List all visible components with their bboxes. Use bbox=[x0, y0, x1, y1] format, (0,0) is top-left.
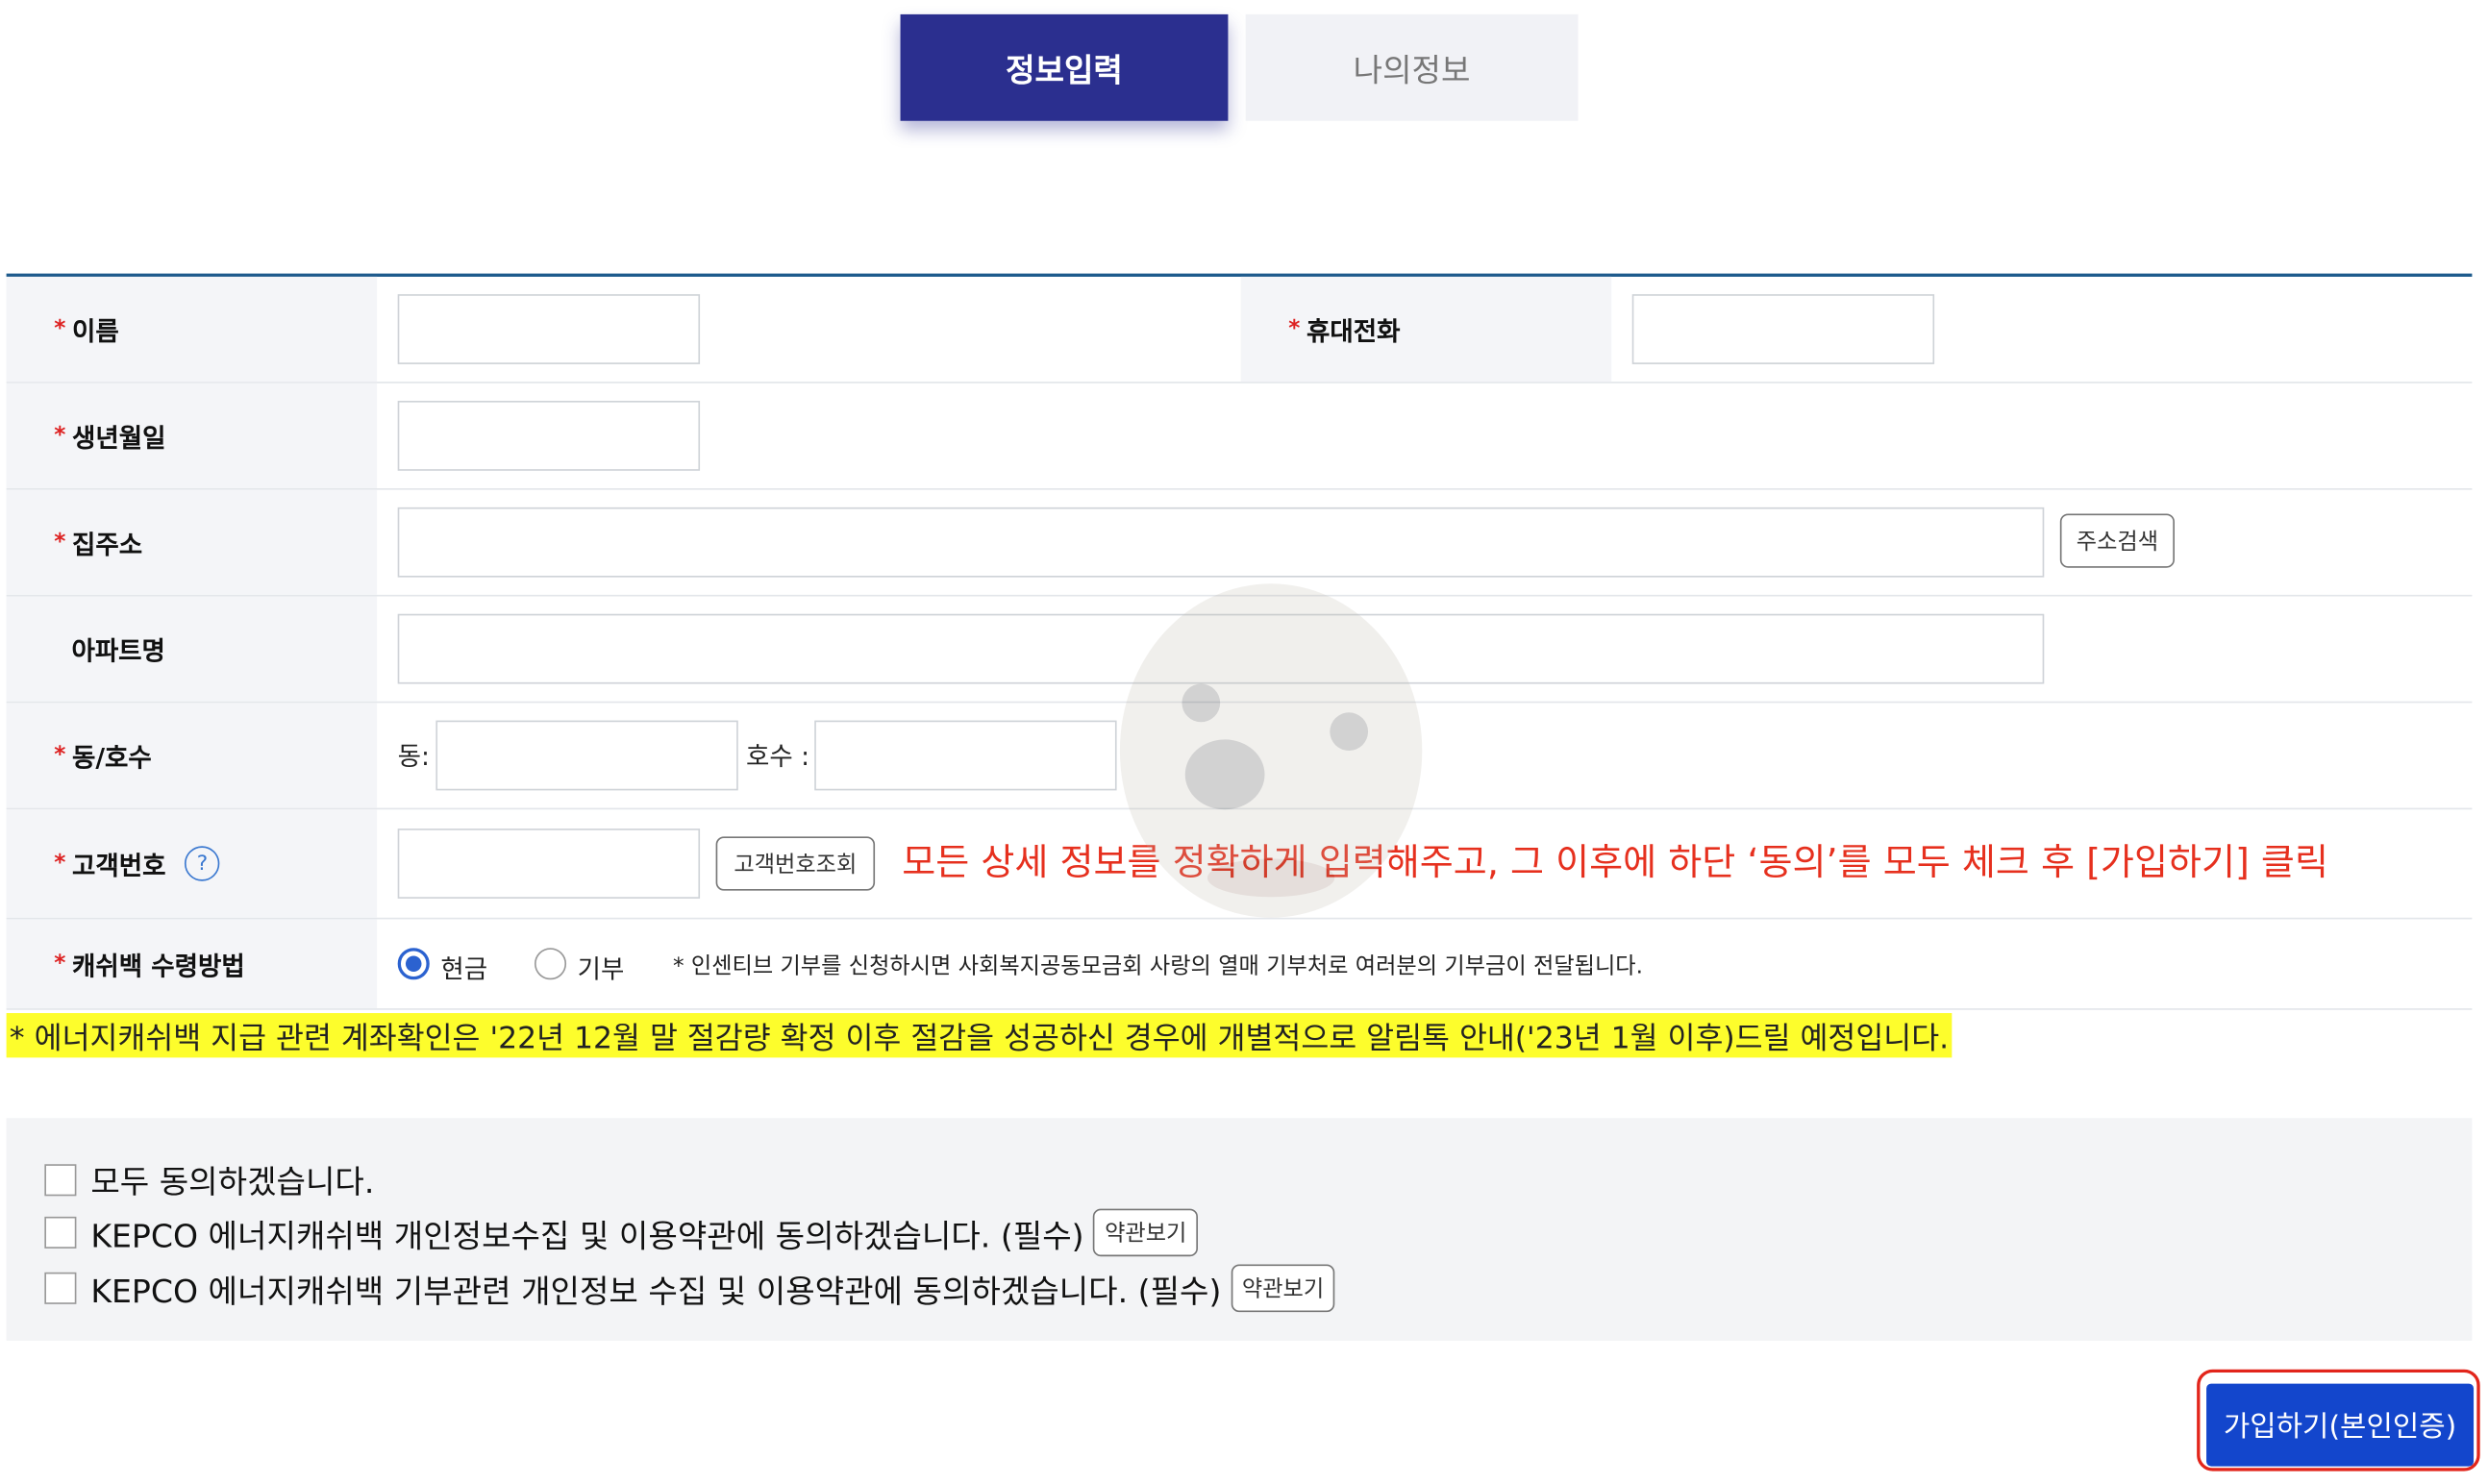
address-input[interactable] bbox=[397, 507, 2045, 578]
customer-no-label-text: 고객번호 bbox=[72, 851, 166, 881]
agree-donation-row[interactable]: KEPCO 에너지캐쉬백 기부관련 개인정보 수집 및 이용약관에 동의하겠습니… bbox=[44, 1264, 1335, 1313]
name-label: * 이름 bbox=[6, 276, 378, 383]
dongho-label: * 동/호수 bbox=[6, 703, 378, 808]
ho-prefix: 호수 : bbox=[746, 741, 810, 772]
address-label: * 집주소 bbox=[6, 489, 378, 595]
notice-highlight: * 에너지캐쉬백 지급 관련 계좌확인은 '22년 12월 말 절감량 확정 이… bbox=[6, 1013, 1953, 1058]
dong-prefix: 동: bbox=[397, 741, 430, 772]
dongho-label-text: 동/호수 bbox=[72, 742, 152, 774]
agree-all-row[interactable]: 모두 동의하겠습니다. bbox=[44, 1156, 374, 1202]
birth-label: * 생년월일 bbox=[6, 383, 378, 488]
donate-radio[interactable] bbox=[534, 948, 567, 980]
customer-no-input[interactable] bbox=[397, 829, 701, 899]
row-cashback: * 캐쉬백 수령방법 현금 기부 * 인센티브 기부를 신청하시면 사회복지공동… bbox=[6, 919, 2473, 1010]
birth-label-text: 생년월일 bbox=[72, 423, 166, 454]
required-mark: * bbox=[54, 316, 66, 342]
row-name-phone: * 이름 * 휴대전화 bbox=[6, 276, 2473, 383]
birth-input[interactable] bbox=[397, 400, 701, 471]
agree-all-label: 모두 동의하겠습니다. bbox=[90, 1162, 375, 1201]
name-input[interactable] bbox=[397, 294, 701, 364]
cash-radio[interactable] bbox=[397, 948, 430, 980]
agree-privacy-label: KEPCO 에너지캐쉬백 개인정보수집 및 이용약관에 동의하겠습니다. (필수… bbox=[90, 1216, 1084, 1254]
help-icon[interactable]: ? bbox=[185, 846, 220, 881]
apartment-label-text: 아파트명 bbox=[71, 635, 165, 667]
phone-label-text: 휴대전화 bbox=[1306, 316, 1401, 347]
agree-all-checkbox[interactable] bbox=[44, 1163, 77, 1196]
dong-input[interactable] bbox=[435, 720, 738, 791]
required-mark: * bbox=[54, 742, 66, 769]
agree-privacy-checkbox[interactable] bbox=[44, 1216, 77, 1249]
required-mark: * bbox=[54, 530, 66, 556]
donate-option-label: 기부 bbox=[577, 953, 625, 985]
cashback-label: * 캐쉬백 수령방법 bbox=[6, 919, 378, 1009]
address-search-button[interactable]: 주소검색 bbox=[2059, 513, 2175, 568]
tab-my-info[interactable]: 나의정보 bbox=[1245, 13, 1579, 121]
apartment-label: 아파트명 bbox=[6, 596, 378, 702]
phone-label: * 휴대전화 bbox=[1240, 276, 1612, 383]
cash-option-label: 현금 bbox=[440, 953, 488, 985]
signup-submit-button[interactable]: 가입하기(본인인증) bbox=[2206, 1383, 2475, 1467]
ho-input[interactable] bbox=[814, 720, 1117, 791]
address-label-text: 집주소 bbox=[72, 530, 143, 560]
agree-donation-checkbox[interactable] bbox=[44, 1272, 77, 1304]
required-mark: * bbox=[54, 423, 66, 449]
customer-no-label: * 고객번호 ? bbox=[6, 809, 378, 918]
row-birth: * 생년월일 bbox=[6, 383, 2473, 490]
terms-button[interactable]: 약관보기 bbox=[1231, 1264, 1335, 1313]
cashback-note: * 인센티브 기부를 신청하시면 사회복지공동모금회 사랑의 열매 기부처로 여… bbox=[672, 953, 1643, 980]
required-mark: * bbox=[1288, 316, 1301, 342]
name-label-text: 이름 bbox=[72, 316, 119, 347]
customer-lookup-button[interactable]: 고객번호조회 bbox=[715, 836, 876, 891]
terms-button[interactable]: 약관보기 bbox=[1093, 1208, 1198, 1257]
tab-info-input[interactable]: 정보입력 bbox=[900, 13, 1229, 121]
required-mark: * bbox=[54, 851, 66, 877]
cashback-label-text: 캐쉬백 수령방법 bbox=[72, 951, 245, 981]
dog-watermark bbox=[1119, 583, 1423, 918]
agree-privacy-row[interactable]: KEPCO 에너지캐쉬백 개인정보수집 및 이용약관에 동의하겠습니다. (필수… bbox=[44, 1208, 1198, 1257]
agreement-box: 모두 동의하겠습니다. KEPCO 에너지캐쉬백 개인정보수집 및 이용약관에 … bbox=[6, 1118, 2473, 1341]
phone-input[interactable] bbox=[1631, 294, 1935, 364]
agree-donation-label: KEPCO 에너지캐쉬백 기부관련 개인정보 수집 및 이용약관에 동의하겠습니… bbox=[90, 1271, 1222, 1310]
required-mark: * bbox=[54, 951, 66, 977]
